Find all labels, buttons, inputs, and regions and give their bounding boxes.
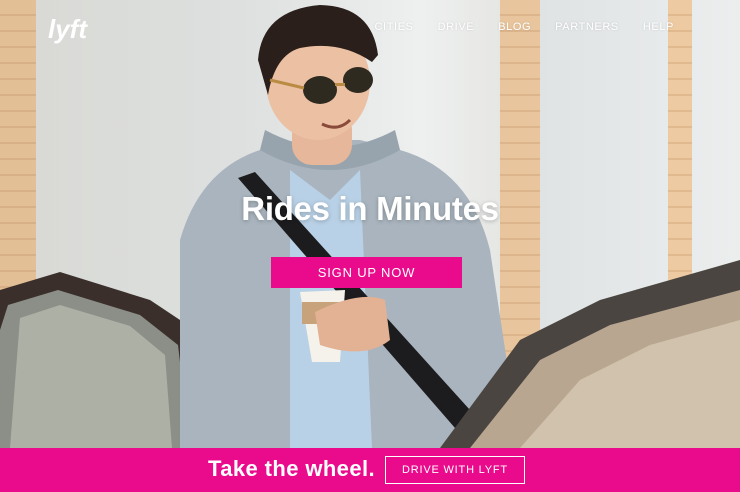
nav-item-blog[interactable]: BLOG: [498, 21, 531, 33]
sign-up-button[interactable]: SIGN UP NOW: [271, 257, 462, 288]
nav-item-drive[interactable]: DRIVE: [438, 21, 475, 33]
nav-item-help[interactable]: HELP: [643, 21, 674, 33]
promo-tagline: Take the wheel.: [208, 456, 375, 481]
drive-with-lyft-button[interactable]: DRIVE WITH LYFT: [385, 456, 525, 484]
driver-promo-bar: Take the wheel. DRIVE WITH LYFT: [0, 448, 740, 492]
hero-headline: Rides in Minutes: [241, 190, 499, 227]
car-door-left: [0, 272, 210, 448]
svg-text:lyft: lyft: [48, 14, 88, 44]
top-navigation: lyft CITIES DRIVE BLOG PARTNERS HELP: [0, 0, 740, 56]
nav-menu: CITIES DRIVE BLOG PARTNERS HELP: [375, 21, 674, 33]
nav-item-cities[interactable]: CITIES: [375, 21, 414, 33]
lyft-logo[interactable]: lyft: [48, 12, 94, 46]
nav-item-partners[interactable]: PARTNERS: [555, 21, 619, 33]
